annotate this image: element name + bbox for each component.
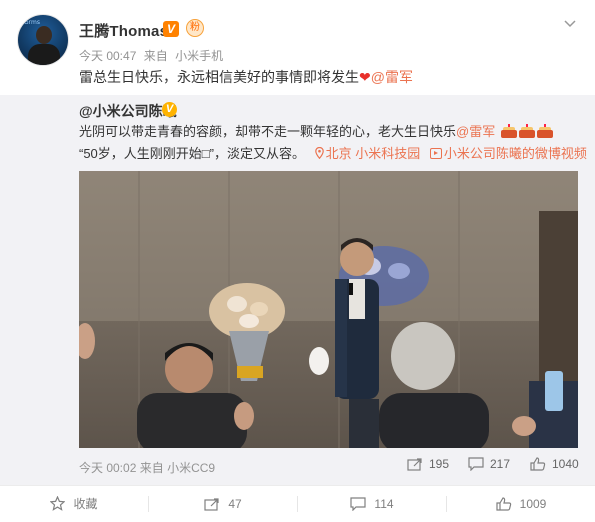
repost-repost-count: 195 [429, 457, 450, 471]
repost-comment-count: 217 [490, 457, 511, 471]
repost-comment-count-button[interactable]: 217 [468, 457, 511, 472]
repost-mention-link[interactable]: @雷军 [456, 124, 495, 139]
video-thumbnail[interactable] [79, 171, 578, 448]
video-icon [429, 148, 442, 159]
post-body-text: 雷总生日快乐，永远相信美好的事情即将发生 [79, 69, 359, 85]
video-link[interactable]: 小米公司陈曦的微博视频 [444, 146, 587, 161]
repost-like-count-button[interactable]: 1040 [530, 457, 579, 471]
comment-count: 114 [374, 497, 394, 511]
post-mention-link[interactable]: @雷军 [371, 69, 413, 85]
star-icon [50, 495, 66, 511]
repost-icon [407, 458, 422, 471]
repost-verified-badge-icon[interactable]: V [162, 102, 177, 117]
reposted-content: @小米公司陈曦 V 光阴可以带走青春的容颜，却带不走一颗年轻的心，老大生日快乐@… [0, 95, 595, 485]
birthday-cake-icon [518, 124, 535, 138]
like-button[interactable]: 1009 [447, 486, 595, 522]
fan-badge-icon[interactable]: 粉 [186, 19, 204, 37]
avatar-figure-head [36, 26, 52, 44]
comment-icon [350, 497, 367, 512]
post-meta: 今天 00:47 来自 小米手机 [79, 47, 227, 64]
post-source-prefix: 来自 [143, 49, 168, 63]
post-time[interactable]: 今天 00:47 [79, 49, 136, 63]
repost-button[interactable]: 47 [149, 486, 297, 522]
repost-count: 47 [228, 497, 242, 511]
location-link[interactable]: 北京 小米科技园 [326, 146, 421, 161]
comment-button[interactable]: 114 [298, 486, 446, 522]
repost-text1: 光阴可以带走青春的容颜，却带不走一颗年轻的心，老大生日快乐 [79, 124, 457, 139]
post-body: 雷总生日快乐，永远相信美好的事情即将发生❤@雷军 [79, 67, 413, 87]
repost-meta: 今天 00:02 来自 小米CC9 [79, 459, 215, 476]
video-frame-illustration [79, 171, 578, 448]
author-name[interactable]: 王腾Thomas [79, 20, 168, 41]
favorite-button[interactable]: 收藏 [0, 486, 148, 522]
repost-text-line1: 光阴可以带走青春的容颜，却带不走一颗年轻的心，老大生日快乐@雷军 [79, 123, 553, 141]
repost-source[interactable]: 小米CC9 [167, 461, 215, 475]
thumbs-up-icon [496, 497, 511, 511]
like-count: 1009 [519, 497, 547, 511]
birthday-cake-icon [536, 124, 553, 138]
repost-time[interactable]: 今天 00:02 [79, 461, 136, 475]
author-avatar[interactable]: Grms [17, 14, 69, 66]
heart-icon: ❤ [359, 69, 371, 85]
chevron-down-icon[interactable] [562, 15, 578, 31]
repost-like-count: 1040 [552, 457, 579, 471]
repost-text2: “50岁，人生刚刚开始□”，淡定又从容。 [79, 146, 305, 161]
repost-icon [204, 498, 219, 511]
weibo-post-card: Grms 王腾Thomas V 粉 今天 00:47 来自 小米手机 雷总生日快… [0, 0, 595, 522]
birthday-cake-icon [500, 124, 517, 138]
avatar-tag: Grms [24, 19, 40, 26]
verified-badge-icon[interactable]: V [163, 21, 179, 37]
avatar-figure-body [28, 44, 60, 65]
comment-icon [468, 457, 484, 472]
repost-source-prefix: 来自 [139, 461, 164, 475]
action-bar: 收藏 47 114 1009 [0, 485, 595, 522]
location-pin-icon [314, 147, 324, 159]
favorite-label: 收藏 [73, 497, 98, 511]
thumbs-up-icon [530, 457, 546, 471]
post-source[interactable]: 小米手机 [175, 49, 223, 63]
repost-text-line2: “50岁，人生刚刚开始□”，淡定又从容。 北京 小米科技园 小米公司陈曦的微博视… [79, 145, 587, 163]
repost-repost-count-button[interactable]: 195 [407, 457, 449, 471]
